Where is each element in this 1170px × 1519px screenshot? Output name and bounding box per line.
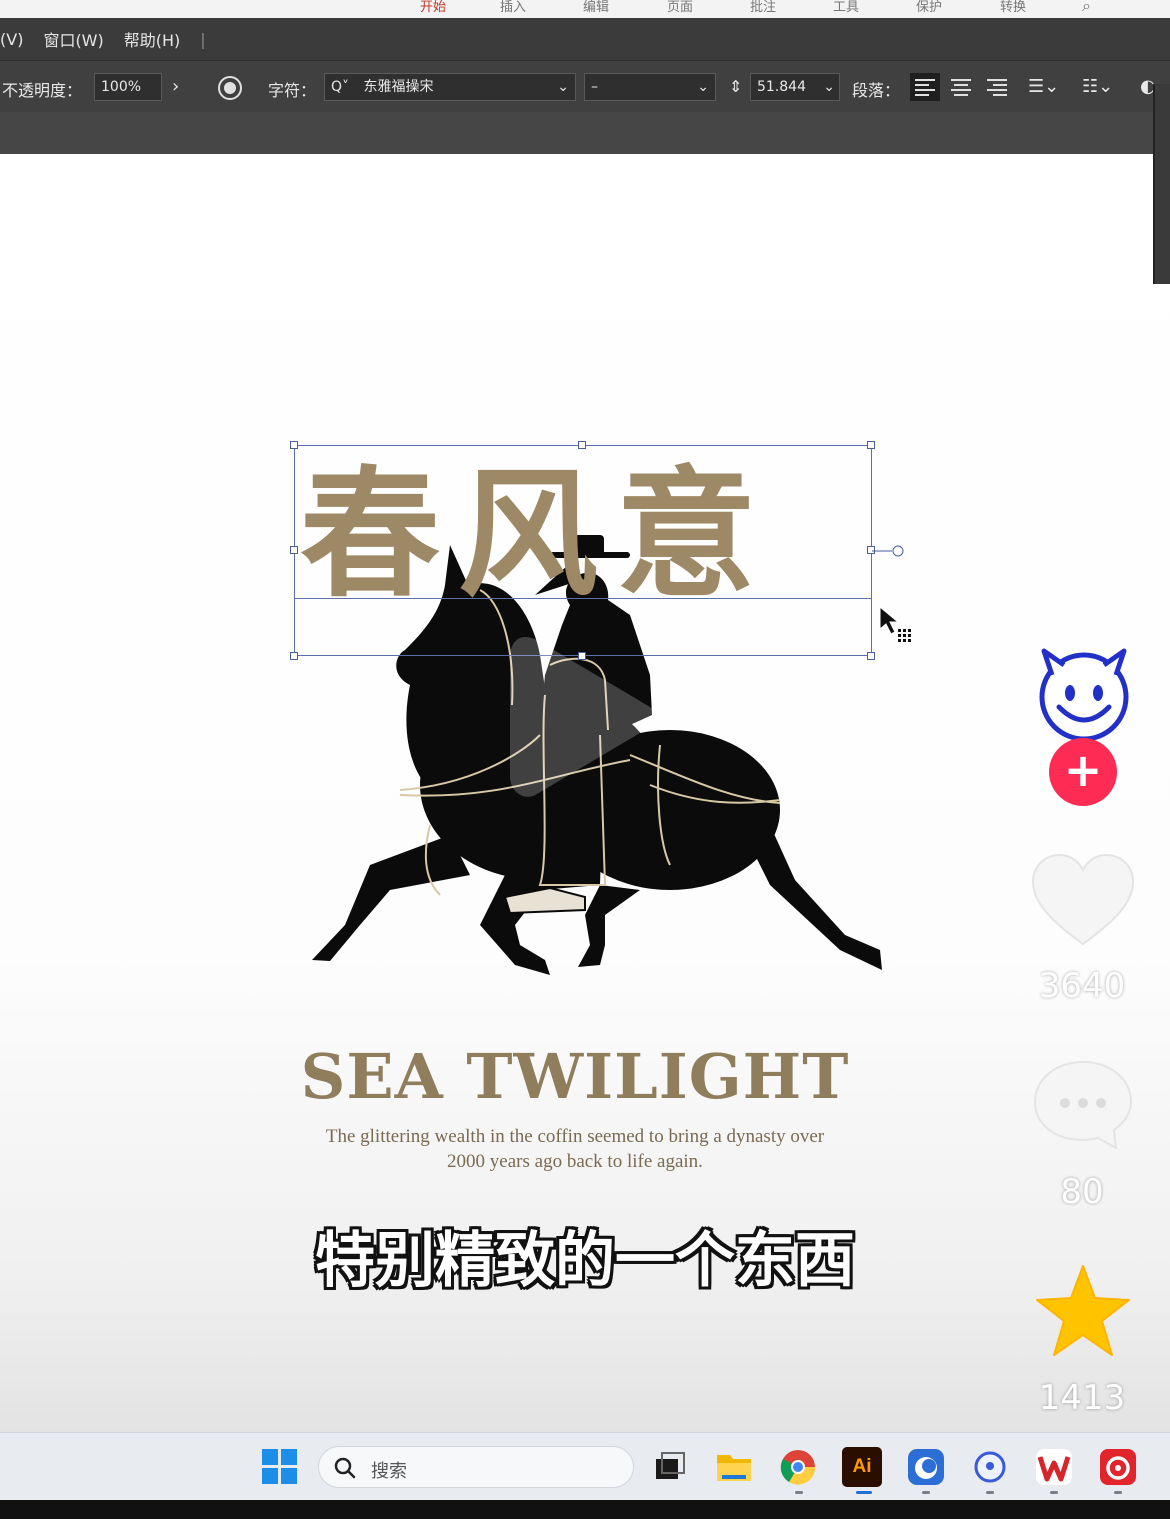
text-baseline [294, 598, 872, 599]
resize-handle-tc[interactable] [578, 441, 586, 449]
menu-help[interactable]: 帮助(H) [124, 27, 181, 51]
chevron-down-icon: ⌄ [557, 79, 569, 95]
align-center-button[interactable] [946, 73, 976, 101]
text-threading-port-icon[interactable] [872, 543, 906, 559]
font-search-icon: Q˅ [331, 79, 350, 95]
opacity-label: 不透明度： [2, 81, 83, 100]
toolbar-band [0, 112, 1170, 154]
windows-start-icon[interactable] [262, 1449, 298, 1485]
ribbon-search-icon[interactable]: ⌕ [1082, 0, 1091, 14]
running-indicator [986, 1491, 994, 1494]
resize-handle-ml[interactable] [290, 546, 298, 554]
running-indicator [922, 1491, 930, 1494]
netease-music-icon[interactable] [1098, 1447, 1138, 1487]
assistant-app-icon[interactable] [970, 1447, 1010, 1487]
menu-separator: | [200, 29, 206, 49]
search-icon [334, 1457, 356, 1479]
browser-app-icon[interactable] [906, 1447, 946, 1487]
character-label: 字符： [268, 81, 317, 100]
english-subtitle-line-1: The glittering wealth in the coffin seem… [325, 1126, 825, 1147]
ribbon-tab-3[interactable]: 页面 [667, 0, 693, 16]
resize-handle-tr[interactable] [867, 441, 875, 449]
english-subtitle[interactable]: The glittering wealth in the coffin seem… [310, 1124, 840, 1174]
numbered-list-icon[interactable]: ☷⌄ [1082, 73, 1113, 101]
star-icon[interactable] [1034, 1264, 1132, 1358]
running-indicator [1114, 1491, 1122, 1494]
align-right-button[interactable] [982, 73, 1012, 101]
opacity-input[interactable]: 100% [94, 73, 162, 101]
ribbon-tab-0[interactable]: 开始 [420, 0, 446, 16]
mouse-cursor-icon [879, 605, 911, 642]
wps-office-icon[interactable] [1034, 1447, 1074, 1487]
more-options-icon[interactable]: › [172, 73, 179, 101]
font-style-value: – [591, 79, 598, 95]
ribbon-tab-6[interactable]: 保护 [916, 0, 942, 16]
resize-handle-tl[interactable] [290, 441, 298, 449]
video-caption: 特别精致的一个东西 [315, 1226, 855, 1296]
chrome-icon[interactable] [778, 1447, 818, 1487]
running-indicator [795, 1491, 803, 1494]
favorite-count: 1413 [1038, 1378, 1126, 1418]
font-size-value: 51.844 [757, 79, 806, 95]
top-ribbon: 开始 插入 编辑 页面 批注 工具 保护 转换 ⌕ [0, 0, 1170, 18]
recolor-icon[interactable] [217, 75, 243, 101]
windows-taskbar: 搜索 Ai [0, 1432, 1170, 1500]
chevron-down-icon: ⌄ [697, 79, 709, 95]
menu-view[interactable]: (V) [0, 30, 23, 49]
font-style-select[interactable]: – ⌄ [584, 73, 716, 101]
task-view-icon[interactable] [650, 1447, 690, 1487]
resize-handle-bl[interactable] [290, 652, 298, 660]
bottom-edge [0, 1500, 1170, 1519]
heart-icon[interactable] [1030, 852, 1136, 948]
taskbar-search-input[interactable]: 搜索 [318, 1446, 634, 1488]
font-family-select[interactable]: Q˅ 东雅福操宋 ⌄ [324, 73, 576, 101]
menu-window[interactable]: 窗口(W) [43, 27, 103, 51]
ribbon-tab-5[interactable]: 工具 [833, 0, 859, 16]
paragraph-label: 段落： [852, 81, 901, 100]
font-size-input[interactable]: 51.844 ⌄ [750, 73, 840, 101]
comment-icon[interactable] [1032, 1058, 1134, 1150]
english-subtitle-line-2: 2000 years ago back to life again. [447, 1151, 703, 1172]
file-explorer-icon[interactable] [714, 1447, 754, 1487]
align-left-button[interactable] [910, 73, 940, 101]
control-bar: 不透明度： 100% › 字符： Q˅ 东雅福操宋 ⌄ – ⌄ ⇕ 51.844… [0, 60, 1170, 112]
ribbon-tab-7[interactable]: 转换 [1000, 0, 1026, 16]
running-indicator [1050, 1491, 1058, 1494]
size-stepper-icon[interactable]: ⇕ [729, 73, 742, 101]
ribbon-tab-1[interactable]: 插入 [500, 0, 526, 16]
ribbon-tab-4[interactable]: 批注 [750, 0, 776, 16]
resize-handle-br[interactable] [867, 652, 875, 660]
collapsed-panel[interactable] [1153, 84, 1170, 284]
english-title[interactable]: SEA TWILIGHT [180, 1040, 970, 1113]
illustrator-icon[interactable]: Ai [842, 1447, 882, 1487]
font-family-value: 东雅福操宋 [363, 79, 434, 95]
menu-bar: (V) 窗口(W) 帮助(H) | [0, 18, 1170, 60]
creator-avatar-icon[interactable] [1034, 645, 1134, 745]
chevron-down-icon: ⌄ [823, 79, 835, 95]
ribbon-tab-2[interactable]: 编辑 [583, 0, 609, 16]
comment-count: 80 [1060, 1172, 1104, 1212]
active-indicator [856, 1491, 872, 1494]
search-placeholder: 搜索 [371, 1461, 407, 1482]
follow-button[interactable]: + [1049, 738, 1117, 806]
bullet-list-icon[interactable]: ☰⌄ [1028, 73, 1059, 101]
like-count: 3640 [1038, 966, 1126, 1006]
play-icon[interactable] [505, 622, 665, 812]
